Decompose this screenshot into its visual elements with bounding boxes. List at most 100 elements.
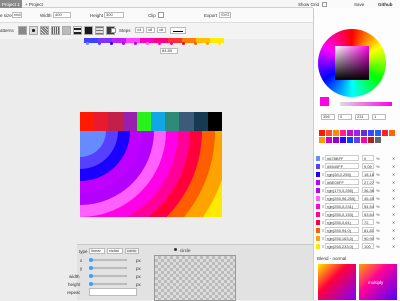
color-stop-hex[interactable]: rgb(255,0,153)	[325, 211, 359, 217]
color-stop-swatch[interactable]	[316, 236, 320, 241]
color-stop-row[interactable]: ≡ rgb(255,0,231) 54.54% ✕	[316, 203, 398, 210]
x-slider[interactable]	[89, 258, 127, 262]
remove-stop-icon[interactable]: ✕	[392, 203, 395, 210]
save-button[interactable]: Save	[354, 2, 364, 7]
drag-handle-icon[interactable]: ≡	[322, 203, 324, 210]
remove-stop-icon[interactable]: ✕	[392, 243, 395, 250]
y-slider[interactable]	[89, 266, 127, 270]
remove-stop-icon[interactable]: ✕	[392, 211, 395, 218]
show-grid-checkbox[interactable]	[322, 2, 327, 7]
color-stop-row[interactable]: ≡ rgb(255,0,61) 72% ✕	[316, 219, 398, 226]
color-stop-hex[interactable]: rgb(255,233,0)	[325, 243, 359, 249]
color-stop-percent[interactable]: 18.18	[362, 171, 374, 177]
remove-stop-icon[interactable]: ✕	[392, 219, 395, 226]
color-stop-row[interactable]: ≡ rgb(255,233,0) 100% ✕	[316, 243, 398, 250]
pattern-7[interactable]	[84, 26, 93, 35]
remove-stop-icon[interactable]: ✕	[392, 171, 395, 178]
drag-handle-icon[interactable]: ≡	[322, 187, 324, 194]
drag-handle-icon[interactable]: ≡	[322, 219, 324, 226]
blend-normal-thumb[interactable]	[318, 264, 356, 300]
drag-handle-icon[interactable]: ≡	[322, 195, 324, 202]
steps-x6[interactable]: x6	[157, 27, 166, 33]
color-stop-swatch[interactable]	[316, 180, 320, 185]
color-stop-hex[interactable]: #678BFF	[325, 155, 359, 161]
drag-handle-icon[interactable]: ≡	[322, 163, 324, 170]
drag-handle-icon[interactable]: ≡	[322, 243, 324, 250]
color-stop-row[interactable]: ≡ rgb(28,0,255) 18.18% ✕	[316, 171, 398, 178]
preset-palette[interactable]	[319, 130, 395, 143]
val-input[interactable]: 231	[355, 114, 369, 120]
remove-stop-icon[interactable]: ✕	[392, 155, 395, 162]
clip-checkbox[interactable]	[158, 12, 164, 18]
color-stop-percent[interactable]: 27.27	[362, 179, 374, 185]
sat-input[interactable]: 0	[338, 114, 352, 120]
hue-input[interactable]: 356	[321, 114, 335, 120]
export-select[interactable]: SVG	[219, 12, 231, 18]
color-stop-percent[interactable]: 63.64	[362, 211, 374, 217]
drag-handle-icon[interactable]: ≡	[322, 235, 324, 242]
color-stop-percent[interactable]: 54.54	[362, 203, 374, 209]
pattern-3[interactable]	[40, 26, 49, 35]
color-stop-percent[interactable]: 36.36	[362, 187, 374, 193]
pattern-4[interactable]	[51, 26, 60, 35]
drag-handle-icon[interactable]: ≡	[322, 179, 324, 186]
color-stop-row[interactable]: ≡ #5540FF 9.09% ✕	[316, 163, 398, 170]
color-stop-percent[interactable]: 90.90	[362, 235, 374, 241]
gradient-canvas[interactable]	[80, 131, 222, 217]
pattern-6[interactable]	[73, 26, 82, 35]
pattern-5[interactable]	[62, 26, 71, 35]
color-stop-row[interactable]: ≡ rgb(255,96,255) 45.45% ✕	[316, 195, 398, 202]
color-stop-percent[interactable]: 9.09	[362, 163, 374, 169]
size-input[interactable]: rect	[12, 12, 22, 18]
color-stop-hex[interactable]: rgb(255,0,231)	[325, 203, 359, 209]
steps-x8[interactable]: x8	[146, 27, 155, 33]
color-stop-swatch[interactable]	[316, 188, 320, 193]
saturation-square[interactable]	[335, 46, 369, 80]
add-project-tab[interactable]: + Project	[24, 0, 44, 8]
drag-handle-icon[interactable]: ≡	[322, 211, 324, 218]
color-stop-hex[interactable]: rgb(255,163,0)	[325, 235, 359, 241]
color-stop-row[interactable]: ≡ #BE00FF 27.27% ✕	[316, 179, 398, 186]
color-stop-hex[interactable]: #5540FF	[325, 163, 359, 169]
circle-radio[interactable]	[174, 248, 177, 251]
repeat-selector[interactable]	[89, 288, 137, 296]
remove-stop-icon[interactable]: ✕	[392, 179, 395, 186]
color-stop-swatch[interactable]	[316, 172, 320, 177]
color-stop-swatch[interactable]	[316, 244, 320, 249]
zoom-badge[interactable]: 84.89	[160, 48, 178, 54]
color-stop-swatch[interactable]	[316, 164, 320, 169]
steps-x4[interactable]: x4	[135, 27, 144, 33]
color-stop-swatch[interactable]	[316, 212, 320, 217]
tab-linear[interactable]: linear	[89, 248, 105, 254]
color-stop-swatch[interactable]	[316, 228, 320, 233]
blend-multiply-thumb[interactable]: multiply	[359, 264, 397, 300]
color-stop-swatch[interactable]	[316, 156, 320, 161]
drag-handle-icon[interactable]: ≡	[322, 227, 324, 234]
color-stop-percent[interactable]: 81.81	[362, 227, 374, 233]
color-stop-row[interactable]: ≡ rgb(255,0,153) 63.64% ✕	[316, 211, 398, 218]
color-stop-row[interactable]: ≡ rgb(255,163,0) 90.90% ✕	[316, 235, 398, 242]
remove-stop-icon[interactable]: ✕	[392, 195, 395, 202]
tab-conic[interactable]: conic	[125, 248, 139, 254]
remove-stop-icon[interactable]: ✕	[392, 235, 395, 242]
pattern-8[interactable]	[95, 26, 104, 35]
color-stop-swatch[interactable]	[316, 204, 320, 209]
color-stop-row[interactable]: ≡ rgb(255,94,0) 81.81% ✕	[316, 227, 398, 234]
color-stop-swatch[interactable]	[316, 220, 320, 225]
pattern-2[interactable]	[29, 26, 38, 35]
color-stop-percent[interactable]: 45.45	[362, 195, 374, 201]
drag-handle-icon[interactable]: ≡	[322, 155, 324, 162]
color-stop-hex[interactable]: rgb(255,94,0)	[325, 227, 359, 233]
color-stop-markers[interactable]	[84, 42, 224, 47]
tab-radial[interactable]: radial	[107, 248, 123, 254]
color-stop-percent[interactable]: 72	[362, 219, 374, 225]
color-stop-percent[interactable]: 100	[362, 243, 374, 249]
color-stop-swatch[interactable]	[316, 196, 320, 201]
position-preview[interactable]	[154, 255, 236, 301]
color-stop-hex[interactable]: rgb(255,0,61)	[325, 219, 359, 225]
color-stop-row[interactable]: ≡ rgb(179,0,255) 36.36% ✕	[316, 187, 398, 194]
width-input[interactable]: 400	[53, 12, 71, 18]
color-stop-hex[interactable]: #BE00FF	[325, 179, 359, 185]
pattern-1[interactable]	[18, 26, 27, 35]
drag-handle-icon[interactable]: ≡	[322, 171, 324, 178]
